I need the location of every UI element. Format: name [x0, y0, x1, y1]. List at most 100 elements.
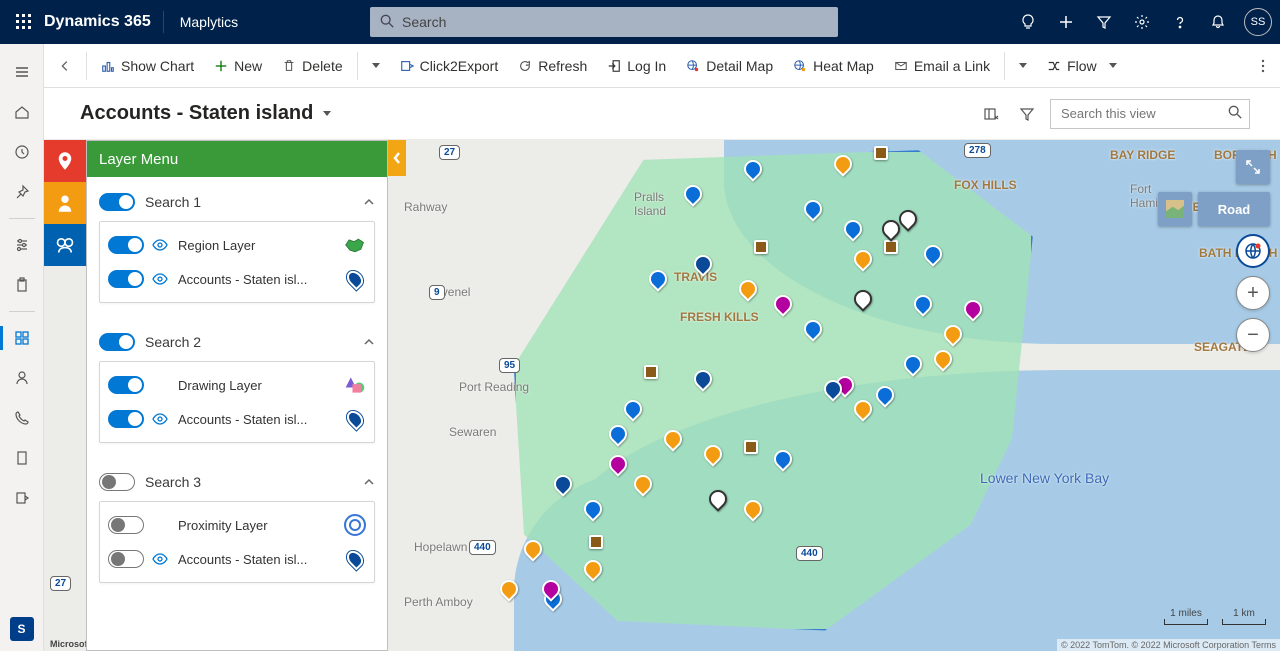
detail-map-button[interactable]: Detail Map — [676, 44, 783, 87]
layer-row[interactable]: Drawing Layer — [108, 368, 366, 402]
show-chart-label: Show Chart — [121, 58, 194, 74]
show-chart-button[interactable]: Show Chart — [91, 44, 204, 87]
map-pin[interactable] — [589, 535, 603, 549]
collapse-icon[interactable] — [363, 336, 375, 348]
funnel-icon[interactable] — [1086, 4, 1122, 40]
collapse-icon[interactable] — [363, 476, 375, 488]
locate-me-icon[interactable] — [1236, 234, 1270, 268]
map-pin[interactable] — [754, 240, 768, 254]
layer-row[interactable]: Region Layer — [108, 228, 366, 262]
nav-clipboard-icon[interactable] — [0, 267, 44, 303]
expand-map-icon[interactable] — [1236, 150, 1270, 184]
map-tool-person-icon[interactable] — [44, 182, 86, 224]
layer-type-icon — [344, 268, 366, 290]
map-pin[interactable] — [884, 240, 898, 254]
app-launcher-icon[interactable] — [8, 14, 40, 30]
global-search-input[interactable] — [370, 7, 838, 37]
map-label: FOX HILLS — [954, 178, 1017, 192]
layer-toggle[interactable] — [108, 236, 144, 254]
refresh-icon — [518, 59, 532, 73]
heat-map-label: Heat Map — [813, 58, 874, 74]
map-label: Rahway — [404, 200, 447, 214]
help-icon[interactable] — [1162, 4, 1198, 40]
layer-name: Proximity Layer — [178, 518, 336, 533]
map-mode-button[interactable]: Road — [1198, 192, 1270, 226]
map-tool-layers-icon[interactable] — [44, 224, 86, 266]
search-toggle[interactable] — [99, 193, 135, 211]
click2export-button[interactable]: Click2Export — [390, 44, 509, 87]
layer-row[interactable]: Accounts - Staten isl... — [108, 402, 366, 436]
map-pin[interactable] — [874, 146, 888, 160]
map-attribution[interactable]: © 2022 TomTom. © 2022 Microsoft Corporat… — [1057, 639, 1280, 651]
collapse-icon[interactable] — [363, 196, 375, 208]
log-in-button[interactable]: Log In — [597, 44, 676, 87]
site-box[interactable]: S — [10, 617, 34, 641]
layer-toggle[interactable] — [108, 376, 144, 394]
app-name[interactable]: Maplytics — [164, 14, 254, 30]
layer-row[interactable]: Accounts - Staten isl... — [108, 542, 366, 576]
layer-toggle[interactable] — [108, 516, 144, 534]
nav-doc-icon[interactable] — [0, 440, 44, 476]
layer-toggle[interactable] — [108, 410, 144, 428]
avatar[interactable]: SS — [1244, 8, 1272, 36]
map-pin[interactable] — [644, 365, 658, 379]
edit-columns-icon[interactable] — [978, 101, 1004, 127]
visibility-icon[interactable] — [152, 273, 170, 285]
layer-row[interactable]: Proximity Layer — [108, 508, 366, 542]
search-toggle[interactable] — [99, 473, 135, 491]
layer-row[interactable]: Accounts - Staten isl... — [108, 262, 366, 296]
visibility-icon[interactable] — [152, 553, 170, 565]
zoom-out-button[interactable]: − — [1236, 318, 1270, 352]
command-bar: Show Chart New Delete Click2Export Refre… — [0, 44, 1280, 88]
map-label: TRAVIS — [674, 270, 717, 284]
map-pin[interactable] — [744, 440, 758, 454]
nav-recent-icon[interactable] — [0, 134, 44, 170]
filter-icon[interactable] — [1014, 101, 1040, 127]
map-side-tools — [44, 140, 86, 266]
nav-pinned-icon[interactable] — [0, 174, 44, 210]
map-label: Port Reading — [459, 380, 529, 394]
layer-type-icon — [344, 548, 366, 570]
nav-sliders-icon[interactable] — [0, 227, 44, 263]
back-button[interactable] — [48, 59, 82, 73]
nav-divider — [9, 311, 35, 312]
plus-icon[interactable] — [1048, 4, 1084, 40]
nav-person-icon[interactable] — [0, 360, 44, 396]
search-icon[interactable] — [1228, 105, 1242, 119]
page-title[interactable]: Accounts - Staten island — [80, 102, 331, 125]
search-label: Search 3 — [145, 474, 353, 490]
nav-export-icon[interactable] — [0, 480, 44, 516]
more-commands[interactable] — [1246, 58, 1280, 74]
delete-button[interactable]: Delete — [272, 44, 352, 87]
map-style-thumb[interactable] — [1158, 192, 1192, 226]
heat-map-button[interactable]: Heat Map — [783, 44, 884, 87]
overflow-chevron-1[interactable] — [362, 63, 390, 68]
visibility-icon[interactable] — [152, 413, 170, 425]
collapse-panel-button[interactable] — [388, 140, 406, 176]
visibility-icon[interactable] — [152, 239, 170, 251]
new-button[interactable]: New — [204, 44, 272, 87]
hamburger-icon[interactable] — [0, 54, 44, 90]
nav-home-icon[interactable] — [0, 94, 44, 130]
layer-menu-panel: Layer Menu Search 1 Region Layer Account… — [86, 140, 388, 651]
idea-icon[interactable] — [1010, 4, 1046, 40]
bell-icon[interactable] — [1200, 4, 1236, 40]
map-canvas[interactable]: Rahway Pralls Island TRAVIS FRESH KILLS … — [44, 140, 1280, 651]
mail-icon — [894, 59, 908, 73]
map-mode-label: Road — [1218, 202, 1251, 217]
email-link-button[interactable]: Email a Link — [884, 44, 1000, 87]
search-toggle[interactable] — [99, 333, 135, 351]
nav-phone-icon[interactable] — [0, 400, 44, 436]
layer-toggle[interactable] — [108, 270, 144, 288]
view-search-input[interactable] — [1050, 99, 1250, 129]
map-tool-pin-icon[interactable] — [44, 140, 86, 182]
layer-toggle[interactable] — [108, 550, 144, 568]
site-switcher[interactable]: S — [10, 617, 34, 641]
brand-label[interactable]: Dynamics 365 — [40, 13, 163, 31]
zoom-in-button[interactable]: + — [1236, 276, 1270, 310]
nav-grid-icon[interactable] — [0, 320, 44, 356]
flow-button[interactable]: Flow — [1037, 44, 1127, 87]
refresh-button[interactable]: Refresh — [508, 44, 597, 87]
gear-icon[interactable] — [1124, 4, 1160, 40]
overflow-chevron-2[interactable] — [1009, 63, 1037, 68]
